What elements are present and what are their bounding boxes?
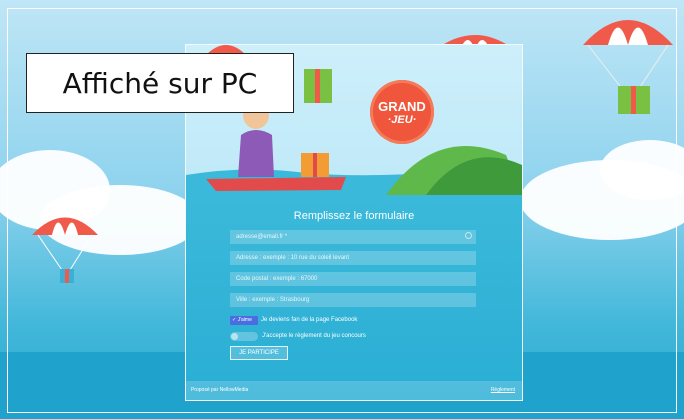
rules-toggle[interactable] xyxy=(230,331,258,341)
address-field[interactable]: Adresse : exemple : 10 rue du soleil lev… xyxy=(230,251,476,265)
credit-text: Proposé par NellowMedia xyxy=(191,387,249,393)
form-title: Remplissez le formulaire xyxy=(293,210,415,222)
postcode-field[interactable]: Code postal : exemple : 67000 xyxy=(230,272,476,286)
badge-line-2: ·JEU· xyxy=(387,114,417,126)
email-field[interactable]: adresse@email.fr * xyxy=(230,230,476,244)
facebook-fan-row: ✓ J'aime Je deviens fan de la page Faceb… xyxy=(230,315,357,325)
panel-footer: Proposé par NellowMedia Règlement xyxy=(186,381,522,400)
rules-link[interactable]: Règlement xyxy=(491,387,515,393)
rules-label: J'accepte le règlement du jeu concours xyxy=(262,333,366,339)
facebook-fan-label: Je deviens fan de la page Facebook xyxy=(261,317,358,323)
rules-row: J'accepte le règlement du jeu concours xyxy=(230,331,366,341)
facebook-like-button[interactable]: ✓ J'aime xyxy=(230,315,258,325)
info-icon xyxy=(465,232,472,239)
display-label: Affiché sur PC xyxy=(26,53,294,113)
badge-line-1: GRAND xyxy=(378,99,426,114)
city-field[interactable]: Ville : exemple : Strasbourg xyxy=(230,293,476,307)
participate-button[interactable]: JE PARTICIPE xyxy=(230,346,288,360)
parachute-gift-icon xyxy=(583,20,673,114)
parachute-gift-icon xyxy=(32,217,98,283)
grand-jeu-badge: GRAND ·JEU· xyxy=(370,80,434,144)
